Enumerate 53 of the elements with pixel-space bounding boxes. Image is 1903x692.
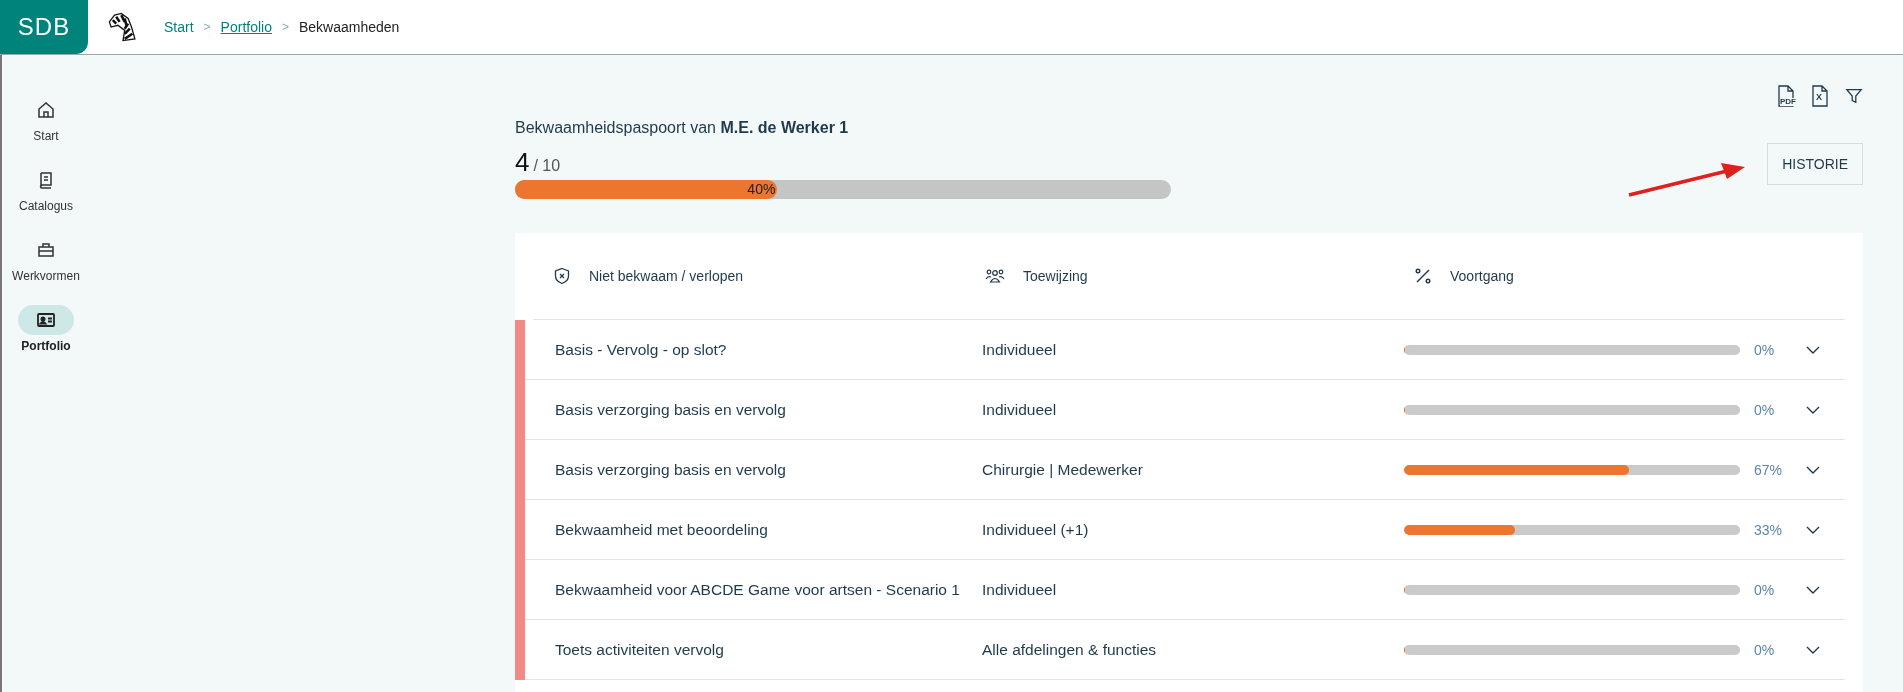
home-icon xyxy=(36,100,56,120)
chevron-down-icon[interactable] xyxy=(1806,584,1820,595)
progress-reading: 0% xyxy=(1754,641,1775,658)
breadcrumb-link[interactable]: Start xyxy=(164,19,194,35)
sidebar-item[interactable]: Catalogus xyxy=(18,165,74,213)
sidebar-item[interactable]: Start xyxy=(18,95,74,143)
breadcrumb-separator: > xyxy=(203,20,211,34)
assignment-cell-text: Alle afdelingen & functies xyxy=(982,640,1158,659)
chevron-down-icon[interactable] xyxy=(1806,344,1820,355)
chevron-down-icon[interactable] xyxy=(1806,404,1820,415)
progress-reading: 0% xyxy=(1754,401,1775,418)
competency-row[interactable]: Basis verzorging basis en vervolg Individueel 0% xyxy=(515,380,1863,440)
competency-row[interactable]: Basis - Vervolg - op slot? Individueel 0% xyxy=(515,320,1863,380)
progress-reading: 67% xyxy=(1754,461,1783,478)
competency-name: Bekwaamheid met beoordeling xyxy=(555,520,769,539)
passport-title: Bekwaamheidspaspoort van M.E. de Werker 1 xyxy=(515,119,850,137)
competency-row[interactable]: Toets activiteiten vervolg Alle afdelingen & functies 0% xyxy=(515,620,1863,680)
progress-reading: 0% xyxy=(1754,581,1775,598)
chevron-down-icon[interactable] xyxy=(1806,524,1820,535)
competency-name: Basis verzorging basis en vervolg xyxy=(555,400,787,419)
assignment-cell-text: Individueel xyxy=(982,340,1058,359)
briefcase-icon xyxy=(36,240,56,260)
competency-name: Basis verzorging basis en vervolg xyxy=(555,460,787,479)
breadcrumb-separator: > xyxy=(281,20,289,34)
assignment-cell-text: Individueel (+1) xyxy=(982,520,1090,539)
chevron-down-icon[interactable] xyxy=(1806,464,1820,475)
people-icon xyxy=(985,267,1005,285)
column-header: Niet bekwaam / verlopen xyxy=(589,268,744,284)
assignment-cell-text: Chirurgie | Medewerker xyxy=(982,460,1144,479)
history-button[interactable]: HISTORIE xyxy=(1767,143,1863,185)
current-page-label: Bekwaamheden xyxy=(298,19,400,35)
progress-reading: 0% xyxy=(1754,341,1775,358)
total-count: / 10 xyxy=(533,157,561,175)
shield-icon xyxy=(553,267,571,285)
completed-count: 4 xyxy=(515,147,530,178)
competency-name: Bekwaamheid voor ABCDE Game voor artsen - Scenario 1 xyxy=(555,580,961,599)
assignment-cell-text: Individueel xyxy=(982,580,1058,599)
competency-name: Basis - Vervolg - op slot? xyxy=(555,340,728,359)
breadcrumb-link[interactable]: Portfolio xyxy=(220,19,272,35)
assignment-cell-text: Individueel xyxy=(982,400,1058,419)
id-card-icon xyxy=(36,310,56,330)
percent-icon xyxy=(1414,267,1432,285)
sidebar-item[interactable]: Werkvormen xyxy=(12,235,80,283)
competency-name: Toets activiteiten vervolg xyxy=(555,640,725,659)
progress-reading: 40% xyxy=(747,181,777,197)
column-header: Voortgang xyxy=(1450,268,1514,284)
chevron-down-icon[interactable] xyxy=(1806,644,1820,655)
column-header: Toewijzing xyxy=(1023,268,1088,284)
competency-row[interactable]: Bekwaamheid voor ABCDE Game voor artsen - Scenario 1 Individueel 0% xyxy=(515,560,1863,620)
logo[interactable]: SDB xyxy=(0,0,88,54)
progress-reading: 33% xyxy=(1754,521,1783,538)
competency-row[interactable]: Basis verzorging basis en vervolg Chirurgie | Medewerker 67% xyxy=(515,440,1863,500)
competency-row[interactable]: Bekwaamheid met beoordeling Individueel (+1) 33% xyxy=(515,500,1863,560)
